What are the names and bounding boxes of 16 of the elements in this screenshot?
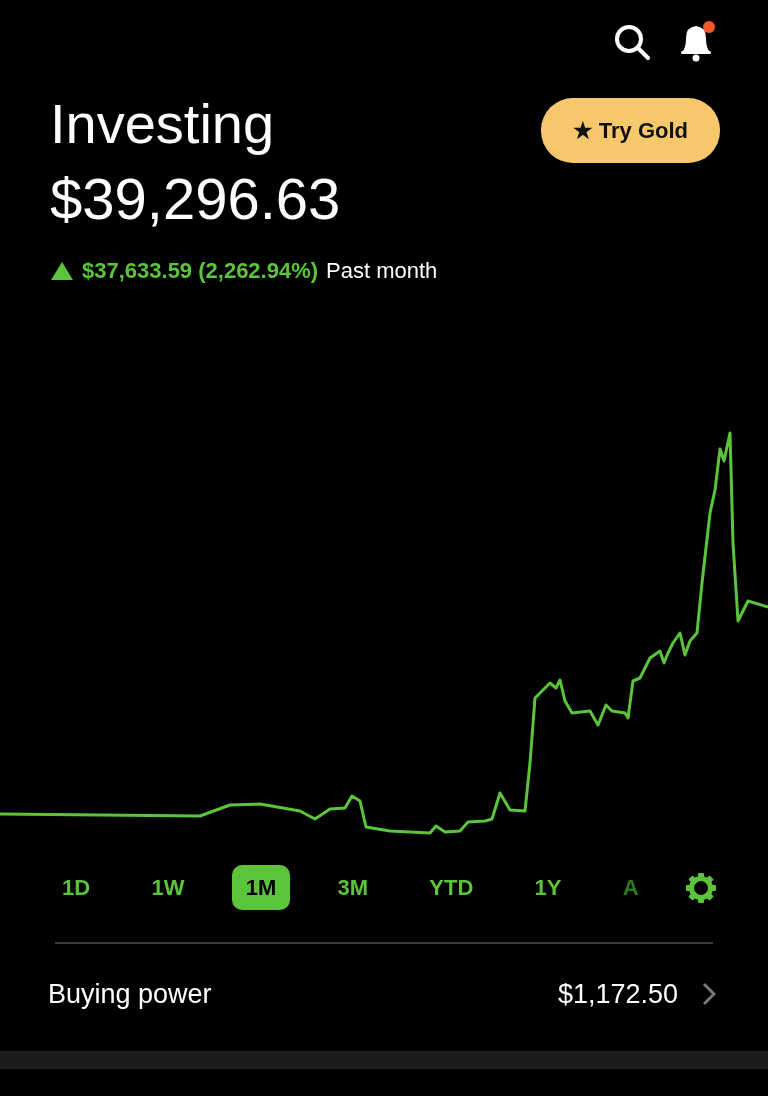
upgrade-button[interactable]: ★ Try Gold: [540, 98, 720, 163]
range-tab[interactable]: 1M: [231, 865, 291, 910]
range-tab[interactable]: 1D: [48, 865, 105, 910]
range-tab[interactable]: 3M: [323, 865, 383, 910]
range-tab[interactable]: 1W: [137, 865, 199, 910]
period-label: Past month: [326, 257, 438, 285]
range-tab[interactable]: 1Y: [520, 865, 576, 910]
range-tab[interactable]: YTD: [415, 865, 488, 910]
chevron-right-icon[interactable]: [702, 982, 716, 1007]
range-tab[interactable]: A: [608, 865, 653, 910]
buying-power-value: $1,172.50: [557, 978, 678, 1011]
buying-power-label: Buying power: [48, 978, 212, 1011]
portfolio-value: $39,296.63: [50, 170, 342, 228]
search-icon[interactable]: [612, 22, 652, 62]
settings-icon[interactable]: [685, 872, 716, 903]
change-amount: $37,633.59 (2,262.94%): [82, 257, 319, 285]
